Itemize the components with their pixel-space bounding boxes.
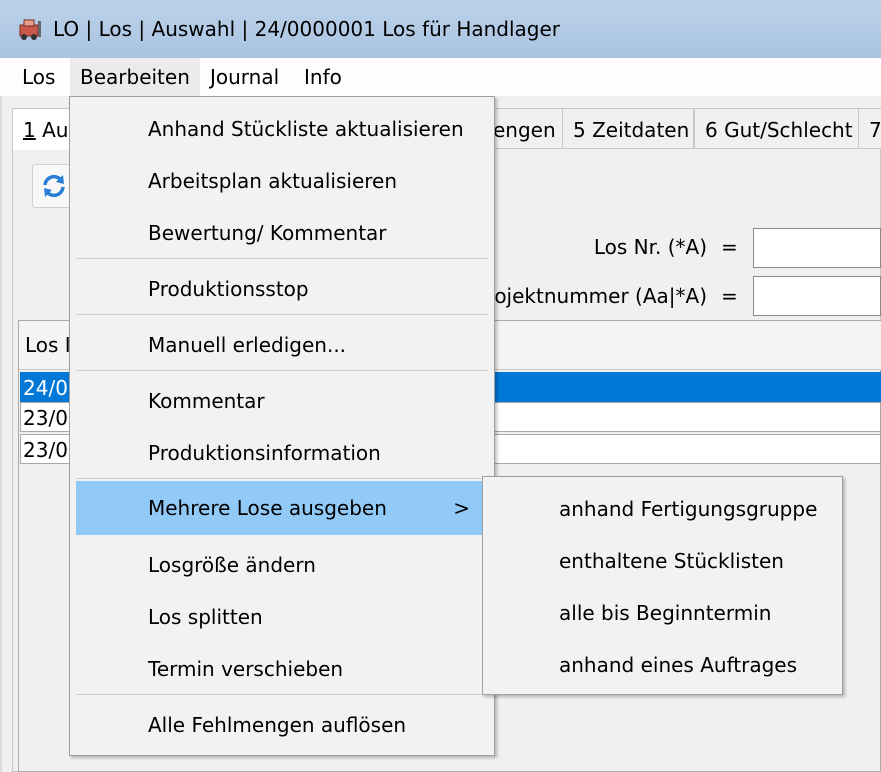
menu-item-alle-fehlmengen-aufloesen[interactable]: Alle Fehlmengen auflösen bbox=[76, 699, 488, 751]
refresh-icon bbox=[43, 174, 65, 198]
menu-item-produktionsinformation[interactable]: Produktionsinformation bbox=[76, 427, 488, 479]
menu-item-stueckliste-aktualisieren[interactable]: Anhand Stückliste aktualisieren bbox=[76, 103, 488, 155]
menu-info[interactable]: Info bbox=[294, 58, 352, 96]
bearbeiten-menu: Anhand Stückliste aktualisieren Arbeitsp… bbox=[69, 96, 495, 756]
menu-item-bewertung-kommentar[interactable]: Bewertung/ Kommentar bbox=[76, 207, 488, 259]
los-nr-label: Los Nr. (*A) bbox=[593, 235, 707, 259]
column-header-los[interactable]: Los I bbox=[25, 333, 71, 357]
menu-separator bbox=[76, 370, 488, 371]
projektnummer-label: rojektnummer (Aa|*A) bbox=[486, 284, 707, 308]
menu-item-kommentar[interactable]: Kommentar bbox=[76, 375, 488, 427]
window-title: LO | Los | Auswahl | 24/0000001 Los für … bbox=[53, 17, 561, 41]
menu-item-produktionsstop[interactable]: Produktionsstop bbox=[76, 263, 488, 315]
tab-7[interactable]: 7 bbox=[858, 108, 881, 148]
menu-separator bbox=[76, 314, 488, 315]
tab-zeitdaten[interactable]: 5 Zeitdaten bbox=[562, 108, 694, 148]
menu-journal[interactable]: Journal bbox=[200, 58, 289, 96]
menu-los[interactable]: Los bbox=[12, 58, 65, 96]
menu-item-arbeitsplan-aktualisieren[interactable]: Arbeitsplan aktualisieren bbox=[76, 155, 488, 207]
projektnummer-eq: = bbox=[721, 284, 738, 308]
submenu-arrow-icon: > bbox=[453, 496, 470, 520]
menu-item-mehrere-lose-ausgeben-label: Mehrere Lose ausgeben bbox=[148, 496, 387, 520]
los-nr-eq: = bbox=[721, 235, 738, 259]
menu-item-los-splitten[interactable]: Los splitten bbox=[76, 591, 488, 643]
menu-bearbeiten[interactable]: Bearbeiten bbox=[70, 58, 200, 96]
tab-gut-schlecht[interactable]: 6 Gut/Schlecht bbox=[694, 108, 870, 148]
submenu-item-auftrag[interactable]: anhand eines Auftrages bbox=[489, 639, 836, 691]
projektnummer-input[interactable] bbox=[753, 276, 881, 316]
menu-item-termin-verschieben[interactable]: Termin verschieben bbox=[76, 643, 488, 695]
menu-separator bbox=[76, 478, 488, 479]
tab-auswahl-label: Au bbox=[35, 118, 69, 142]
menu-bar: Los Bearbeiten Journal Info bbox=[0, 58, 881, 96]
submenu-item-fertigungsgruppe[interactable]: anhand Fertigungsgruppe bbox=[489, 483, 836, 535]
title-bar: LO | Los | Auswahl | 24/0000001 Los für … bbox=[0, 0, 881, 58]
menu-separator bbox=[76, 258, 488, 259]
mehrere-lose-submenu: anhand Fertigungsgruppe enthaltene Stück… bbox=[482, 476, 843, 695]
menu-separator bbox=[76, 694, 488, 695]
los-nr-input[interactable] bbox=[753, 228, 881, 268]
submenu-item-beginntermin[interactable]: alle bis Beginntermin bbox=[489, 587, 836, 639]
submenu-item-enthaltene-stuecklisten[interactable]: enthaltene Stücklisten bbox=[489, 535, 836, 587]
window-left-border bbox=[0, 96, 2, 772]
menu-item-mehrere-lose-ausgeben[interactable]: Mehrere Lose ausgeben > bbox=[76, 481, 488, 535]
menu-item-losgroesse-aendern[interactable]: Losgröße ändern bbox=[76, 539, 488, 591]
menu-item-manuell-erledigen[interactable]: Manuell erledigen... bbox=[76, 319, 488, 371]
tab-auswahl[interactable]: 1 Au bbox=[12, 108, 74, 150]
forklift-icon bbox=[19, 19, 41, 40]
